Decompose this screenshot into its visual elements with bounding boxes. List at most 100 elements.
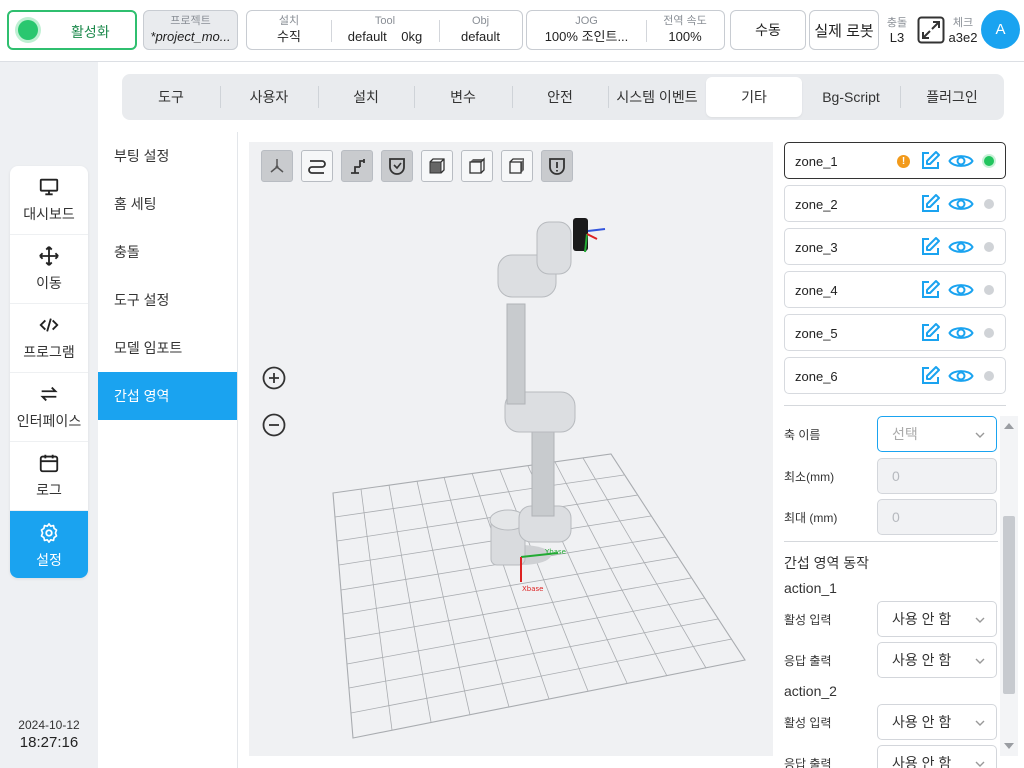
tab-plugin[interactable]: 플러그인 <box>900 74 1004 120</box>
zone-item[interactable]: zone_1 ! <box>784 142 1006 179</box>
response-output-label: 응답 출력 <box>784 654 832 668</box>
edit-icon[interactable] <box>919 193 941 215</box>
view-toolbar <box>261 150 573 182</box>
select-value: 사용 안 함 <box>892 652 952 668</box>
real-robot-button[interactable]: 실제 로봇 <box>809 10 879 50</box>
select-value: 사용 안 함 <box>892 755 952 768</box>
submenu-model-import[interactable]: 모델 임포트 <box>98 324 237 372</box>
eye-icon[interactable] <box>948 365 974 387</box>
nav-item-interface[interactable]: 인터페이스 <box>10 373 88 442</box>
view-robot-button[interactable] <box>341 150 373 182</box>
edit-icon[interactable] <box>919 150 941 172</box>
nav-item-log[interactable]: 로그 <box>10 442 88 511</box>
obj-title: Obj <box>471 15 490 27</box>
axis-name-label: 축 이름 <box>784 428 821 442</box>
zone-item[interactable]: zone_6 <box>784 357 1006 394</box>
nav-item-settings[interactable]: 설정 <box>10 511 88 578</box>
view-warning-shield-button[interactable] <box>541 150 573 182</box>
nav-item-move[interactable]: 이동 <box>10 235 88 304</box>
activate-button[interactable]: 활성화 <box>7 10 137 50</box>
axis-name-row: 축 이름 선택 <box>784 416 998 452</box>
edit-icon[interactable] <box>919 236 941 258</box>
tab-user[interactable]: 사용자 <box>220 74 318 120</box>
eye-icon[interactable] <box>948 150 974 172</box>
response-output-select[interactable]: 사용 안 함 <box>877 642 997 678</box>
select-value: 사용 안 함 <box>892 714 952 730</box>
eye-icon[interactable] <box>948 236 974 258</box>
tab-safety[interactable]: 안전 <box>512 74 608 120</box>
system-clock: 2024-10-12 18:27:16 <box>0 718 98 751</box>
submenu-collision[interactable]: 충돌 <box>98 228 237 276</box>
chevron-down-icon <box>975 720 985 726</box>
zone-status-indicator <box>984 371 994 381</box>
nav-label: 이동 <box>36 275 62 291</box>
move-icon <box>39 246 59 266</box>
manual-mode-button[interactable]: 수동 <box>730 10 806 50</box>
tab-bg-script[interactable]: Bg-Script <box>802 74 900 120</box>
zone-item[interactable]: zone_5 <box>784 314 1006 351</box>
edit-icon[interactable] <box>919 279 941 301</box>
eye-icon[interactable] <box>948 193 974 215</box>
view-cube-front-button[interactable] <box>421 150 453 182</box>
action-name: action_2 <box>784 683 837 699</box>
zone-item[interactable]: zone_3 <box>784 228 1006 265</box>
install-value: 수직 <box>277 29 301 44</box>
zoom-in-button[interactable] <box>257 361 291 395</box>
calendar-icon <box>39 454 59 473</box>
active-input-select[interactable]: 사용 안 함 <box>877 704 997 740</box>
view-shield-button[interactable] <box>381 150 413 182</box>
setup-info[interactable]: 설치 수직 Tool default 0kg Obj default <box>246 10 523 50</box>
submenu-home-setting[interactable]: 홈 세팅 <box>98 180 237 228</box>
tab-tool[interactable]: 도구 <box>122 74 220 120</box>
min-row: 최소(mm) 0 <box>784 458 998 494</box>
tab-install[interactable]: 설치 <box>318 74 414 120</box>
edit-icon[interactable] <box>919 365 941 387</box>
chevron-down-icon <box>975 658 985 664</box>
jog-info[interactable]: JOG 100% 조인트... 전역 속도 100% <box>526 10 725 50</box>
zoom-out-icon <box>262 413 286 437</box>
top-bar: 활성화 프로젝트 *project_mo... 설치 수직 Tool defau… <box>0 0 1024 62</box>
active-input-select[interactable]: 사용 안 함 <box>877 601 997 637</box>
form-scrollbar[interactable] <box>1000 416 1018 756</box>
view-cube-top-button[interactable] <box>461 150 493 182</box>
shield-alert-icon <box>549 158 565 175</box>
scrollbar-thumb[interactable] <box>1003 516 1015 694</box>
response-output-select[interactable]: 사용 안 함 <box>877 745 997 768</box>
obj-value: default <box>460 29 501 44</box>
view-cube-side-button[interactable] <box>501 150 533 182</box>
project-button[interactable]: 프로젝트 *project_mo... <box>143 10 238 50</box>
robot-3d-view[interactable]: Ybase Xbase <box>249 142 773 756</box>
scroll-up-icon[interactable] <box>1003 420 1015 432</box>
submenu-boot-settings[interactable]: 부팅 설정 <box>98 132 237 180</box>
eye-icon[interactable] <box>948 322 974 344</box>
path-icon <box>308 160 326 174</box>
max-input[interactable]: 0 <box>877 499 997 535</box>
submenu-interference-zone[interactable]: 간섭 영역 <box>98 372 237 420</box>
scroll-down-icon[interactable] <box>1003 740 1015 752</box>
eye-icon[interactable] <box>948 279 974 301</box>
submenu-tool-settings[interactable]: 도구 설정 <box>98 276 237 324</box>
max-row: 최대 (mm) 0 <box>784 499 998 535</box>
zone-item[interactable]: zone_4 <box>784 271 1006 308</box>
view-path-button[interactable] <box>301 150 333 182</box>
zone-name: zone_5 <box>795 326 838 341</box>
nav-item-dashboard[interactable]: 대시보드 <box>10 166 88 235</box>
view-axis-button[interactable] <box>261 150 293 182</box>
fullscreen-icon[interactable] <box>917 16 945 44</box>
axis-name-select[interactable]: 선택 <box>877 416 997 452</box>
max-label: 최대 (mm) <box>784 511 838 525</box>
zone-status-indicator <box>984 156 994 166</box>
chevron-down-icon <box>975 617 985 623</box>
tab-variables[interactable]: 변수 <box>414 74 512 120</box>
tab-other[interactable]: 기타 <box>706 77 802 117</box>
zone-item[interactable]: zone_2 <box>784 185 1006 222</box>
warning-icon: ! <box>897 155 910 168</box>
edit-icon[interactable] <box>919 322 941 344</box>
user-avatar[interactable]: A <box>981 10 1020 49</box>
min-input[interactable]: 0 <box>877 458 997 494</box>
tab-system-event[interactable]: 시스템 이벤트 <box>608 74 706 120</box>
nav-item-program[interactable]: 프로그램 <box>10 304 88 373</box>
zoom-out-button[interactable] <box>257 408 291 442</box>
robot-arm <box>489 218 606 582</box>
nav-label: 대시보드 <box>23 206 75 222</box>
